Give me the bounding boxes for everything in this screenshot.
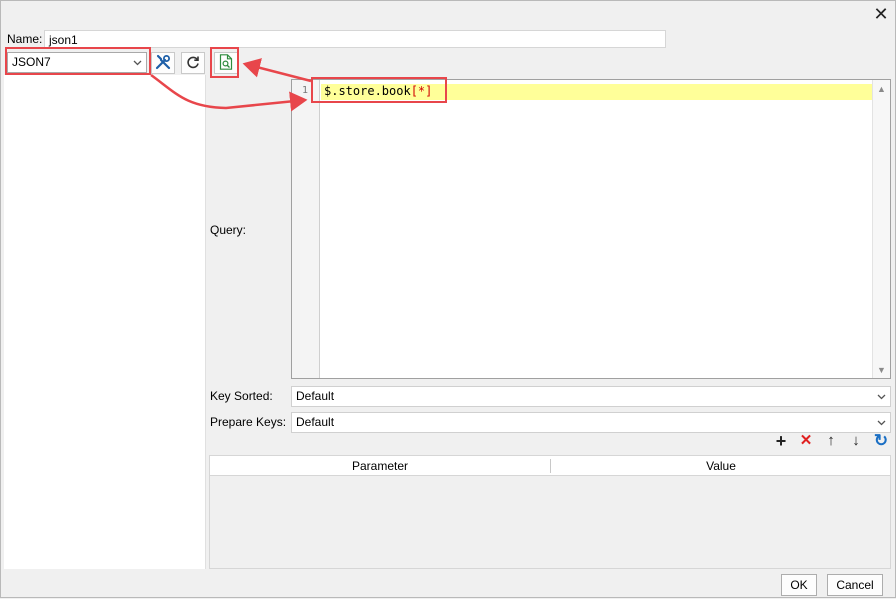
annotation-arrows: [150, 58, 312, 112]
dialog-window: ✕ Name: json1 JSON7 Query: 1 $.store.boo…: [0, 0, 896, 598]
